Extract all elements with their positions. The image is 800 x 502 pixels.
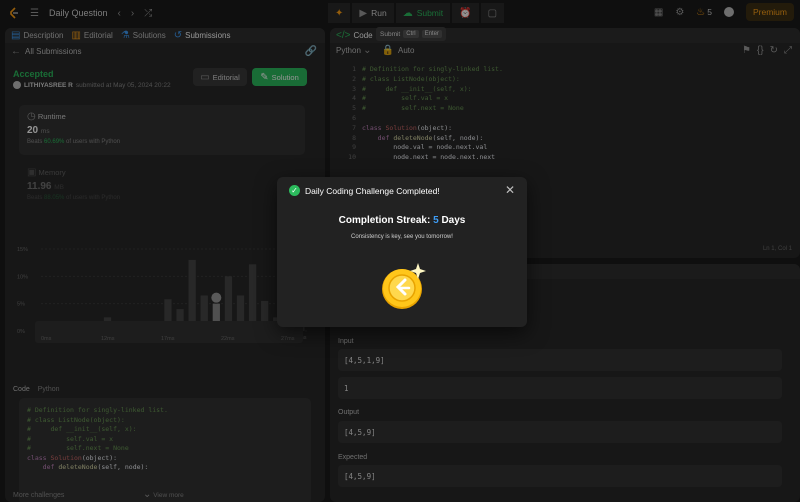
check-circle-icon: ✓ [289,185,300,196]
modal-title: Daily Coding Challenge Completed! [305,186,440,196]
modal-message: Consistency is key, see you tomorrow! [351,234,453,240]
gold-coin-icon [382,263,426,309]
completion-streak: Completion Streak: 5 Days [338,215,466,226]
close-icon[interactable]: ✕ [505,183,515,197]
challenge-complete-modal: ✓ Daily Coding Challenge Completed! ✕ Co… [277,177,527,327]
